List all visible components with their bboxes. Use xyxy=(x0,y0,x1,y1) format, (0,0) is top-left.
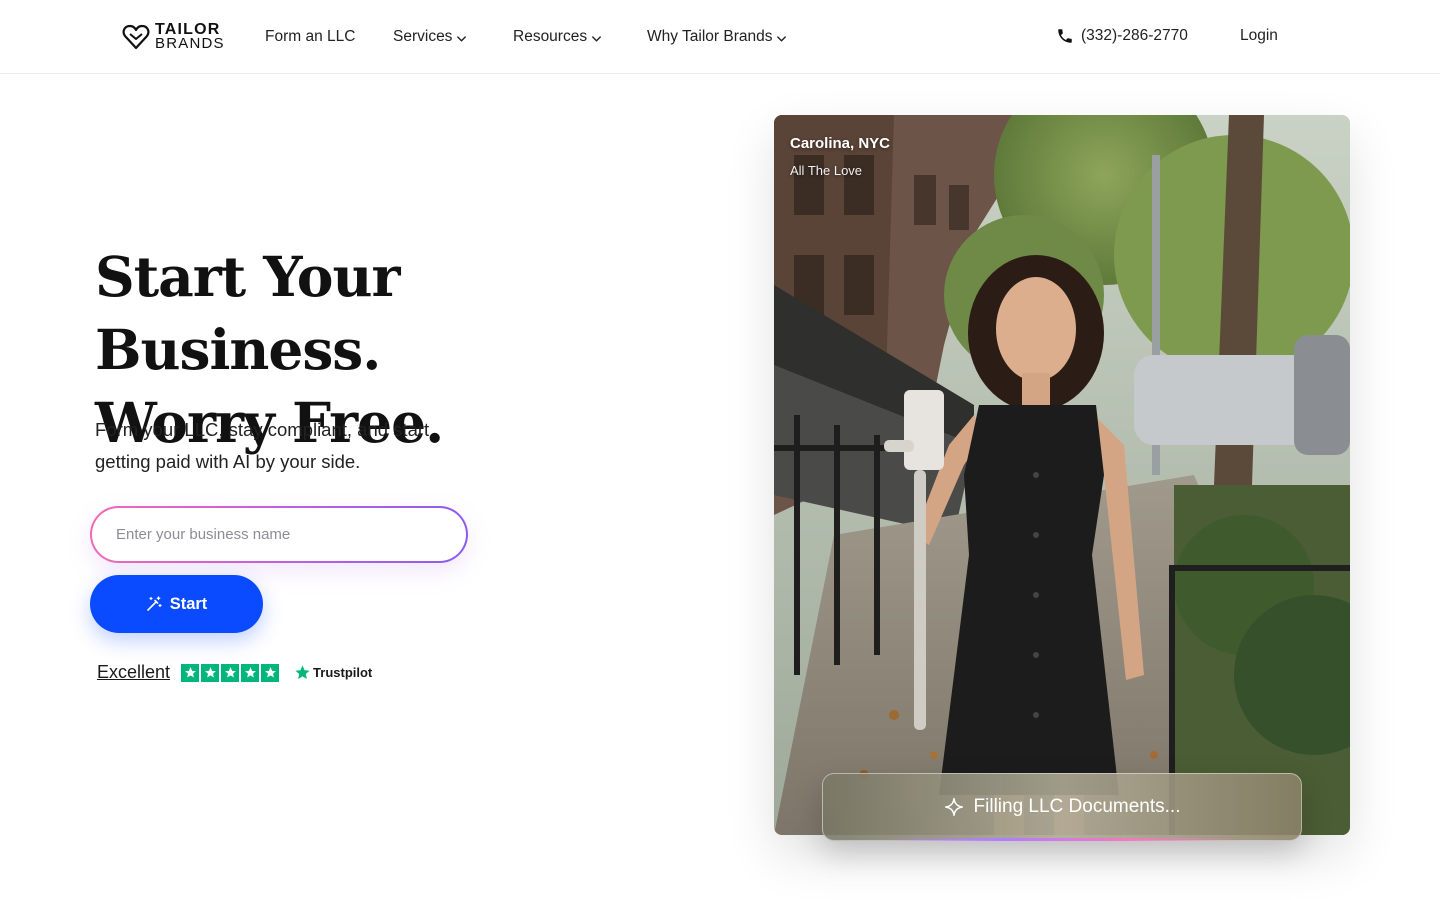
logo-line2: BRANDS xyxy=(155,35,225,52)
hero-subtext: Form your LLC, stay compliant, and start… xyxy=(95,419,430,472)
start-button[interactable]: Start xyxy=(90,575,263,633)
nav-why-tailor-brands-label: Why Tailor Brands xyxy=(647,28,773,45)
trustpilot-star-icon xyxy=(295,665,310,680)
logo[interactable]: TAILOR BRANDS xyxy=(121,21,225,53)
photo-caption-location: Carolina, NYC xyxy=(790,135,891,152)
nav-form-llc-label: Form an LLC xyxy=(265,28,356,45)
magic-wand-icon xyxy=(146,596,162,611)
photo-caption-business: All The Love xyxy=(790,163,863,178)
trustpilot-stars xyxy=(181,663,280,682)
star-icon xyxy=(241,663,260,682)
nav-resources-label: Resources xyxy=(513,28,588,45)
login-link[interactable]: Login xyxy=(1240,27,1278,45)
star-icon xyxy=(181,663,200,682)
trustpilot-brand: Trustpilot xyxy=(313,665,373,680)
site-header: TAILOR BRANDS Form an LLC Services Resou… xyxy=(0,0,1440,74)
nav-resources[interactable]: Resources xyxy=(513,27,602,47)
phone-icon xyxy=(1058,29,1072,43)
star-icon xyxy=(261,663,280,682)
business-name-input[interactable] xyxy=(92,508,466,561)
chevron-down-icon xyxy=(457,36,467,42)
nav-form-llc[interactable]: Form an LLC xyxy=(265,27,355,47)
nav-services[interactable]: Services xyxy=(393,27,467,47)
hero-photo-card: Carolina, NYC All The Love xyxy=(774,115,1350,835)
nav-why-tailor-brands[interactable]: Why Tailor Brands xyxy=(647,27,787,47)
chevron-down-icon xyxy=(591,36,602,42)
business-name-field-wrapper xyxy=(90,506,468,563)
llc-status-pill: Filling LLC Documents... xyxy=(822,773,1302,841)
start-button-label: Start xyxy=(169,594,208,613)
star-icon xyxy=(221,663,240,682)
trustpilot-excellent-text: Excellent xyxy=(97,662,171,682)
headline-line1: Start Your Business. xyxy=(95,244,400,382)
sparkle-icon xyxy=(944,797,963,817)
heart-logo-icon xyxy=(122,24,150,50)
phone-link[interactable]: (332)-286-2770 xyxy=(1056,27,1188,45)
star-icon xyxy=(201,663,220,682)
phone-number: (332)-286-2770 xyxy=(1081,27,1188,44)
chevron-down-icon xyxy=(777,36,787,42)
nav-services-label: Services xyxy=(393,28,453,45)
trustpilot-rating[interactable]: Excellent Trustpilot xyxy=(97,662,372,683)
trustpilot-logo: Trustpilot xyxy=(294,664,372,681)
status-text: Filling LLC Documents... xyxy=(973,796,1181,817)
logo-text: TAILOR BRANDS xyxy=(155,22,225,52)
street-photo xyxy=(774,115,1350,835)
